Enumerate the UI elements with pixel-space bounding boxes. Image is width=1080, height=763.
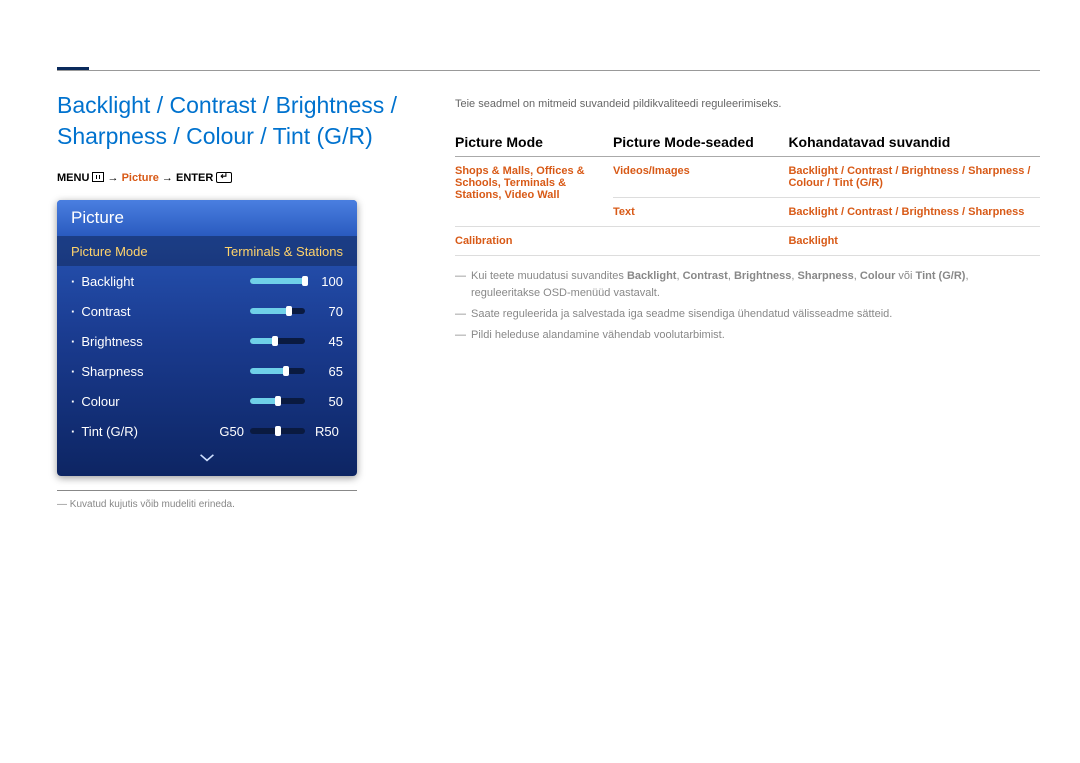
tint-left: G50 (219, 424, 244, 439)
cell-seaded (613, 227, 789, 256)
arrow: → (108, 172, 122, 184)
left-column: Backlight / Contrast / Brightness / Shar… (57, 90, 407, 510)
slider-thumb (286, 306, 292, 316)
slider-fill (250, 278, 305, 284)
note-item: Kui teete muudatusi suvandites Backlight… (455, 268, 1040, 302)
note-item: Pildi heleduse alandamine vähendab voolu… (455, 327, 1040, 344)
osd-slider[interactable] (250, 398, 305, 404)
osd-header: Picture (57, 200, 357, 236)
cell-seaded: Text (613, 198, 789, 227)
cell-suvandid: Backlight / Contrast / Brightness / Shar… (788, 157, 1040, 198)
osd-value: 45 (315, 334, 343, 349)
osd-slider[interactable] (250, 338, 305, 344)
slider-fill (250, 308, 289, 314)
osd-slider[interactable] (250, 308, 305, 314)
page-title: Backlight / Contrast / Brightness / Shar… (57, 90, 407, 152)
osd-label: Colour (71, 394, 250, 409)
osd-row[interactable]: Contrast 70 (57, 296, 357, 326)
notes-list: Kui teete muudatusi suvandites Backlight… (455, 268, 1040, 344)
osd-label: Brightness (71, 334, 250, 349)
menu-path: MENU → Picture → ENTER (57, 172, 407, 184)
hr-small (57, 490, 357, 491)
cell-suvandid: Backlight / Contrast / Brightness / Shar… (788, 198, 1040, 227)
osd-label: Sharpness (71, 364, 250, 379)
osd-panel: Picture Picture Mode Terminals & Station… (57, 200, 357, 476)
slider-thumb (302, 276, 308, 286)
osd-scroll-down[interactable] (57, 446, 357, 476)
th-seaded: Picture Mode-seaded (613, 128, 789, 157)
enter-label: ENTER (176, 172, 213, 184)
osd-label: Backlight (71, 274, 250, 289)
section-divider (57, 70, 1040, 71)
chevron-down-icon (199, 453, 215, 463)
osd-label: Picture Mode (71, 244, 225, 259)
settings-table: Picture Mode Picture Mode-seaded Kohanda… (455, 128, 1040, 256)
cell-mode: Calibration (455, 227, 613, 256)
osd-slider[interactable] (250, 368, 305, 374)
slider-thumb (275, 426, 281, 436)
cell-seaded: Videos/Images (613, 157, 789, 198)
osd-value: Terminals & Stations (225, 244, 344, 259)
osd-row[interactable]: Brightness 45 (57, 326, 357, 356)
osd-value: 65 (315, 364, 343, 379)
osd-row[interactable]: Backlight 100 (57, 266, 357, 296)
footnote: Kuvatud kujutis võib mudeliti erineda. (57, 499, 407, 510)
menu-icon (92, 172, 104, 182)
osd-row[interactable]: Colour 50 (57, 386, 357, 416)
slider-thumb (275, 396, 281, 406)
osd-row-picture-mode[interactable]: Picture Mode Terminals & Stations (57, 236, 357, 266)
menu-picture: Picture (122, 172, 159, 184)
tint-right: R50 (315, 424, 343, 439)
slider-fill (250, 398, 278, 404)
slider-fill (250, 368, 286, 374)
osd-value: 70 (315, 304, 343, 319)
slider-thumb (272, 336, 278, 346)
cell-suvandid: Backlight (788, 227, 1040, 256)
osd-value: 50 (315, 394, 343, 409)
osd-slider[interactable] (250, 278, 305, 284)
arrow: → (159, 172, 176, 184)
note-item: Saate reguleerida ja salvestada iga sead… (455, 306, 1040, 323)
osd-value: 100 (315, 274, 343, 289)
cell-mode: Shops & Malls, Offices & Schools, Termin… (455, 157, 613, 227)
osd-row-tint[interactable]: Tint (G/R) G50 R50 (57, 416, 357, 446)
enter-icon (216, 172, 232, 183)
slider-thumb (283, 366, 289, 376)
th-suvandid: Kohandatavad suvandid (788, 128, 1040, 157)
table-row: Shops & Malls, Offices & Schools, Termin… (455, 157, 1040, 198)
osd-slider[interactable] (250, 428, 305, 434)
table-row: Calibration Backlight (455, 227, 1040, 256)
osd-label: Tint (G/R) (71, 424, 219, 439)
th-picture-mode: Picture Mode (455, 128, 613, 157)
osd-label: Contrast (71, 304, 250, 319)
right-column: Teie seadmel on mitmeid suvandeid pildik… (455, 98, 1040, 348)
menu-label: MENU (57, 172, 89, 184)
intro-text: Teie seadmel on mitmeid suvandeid pildik… (455, 98, 1040, 110)
osd-row[interactable]: Sharpness 65 (57, 356, 357, 386)
